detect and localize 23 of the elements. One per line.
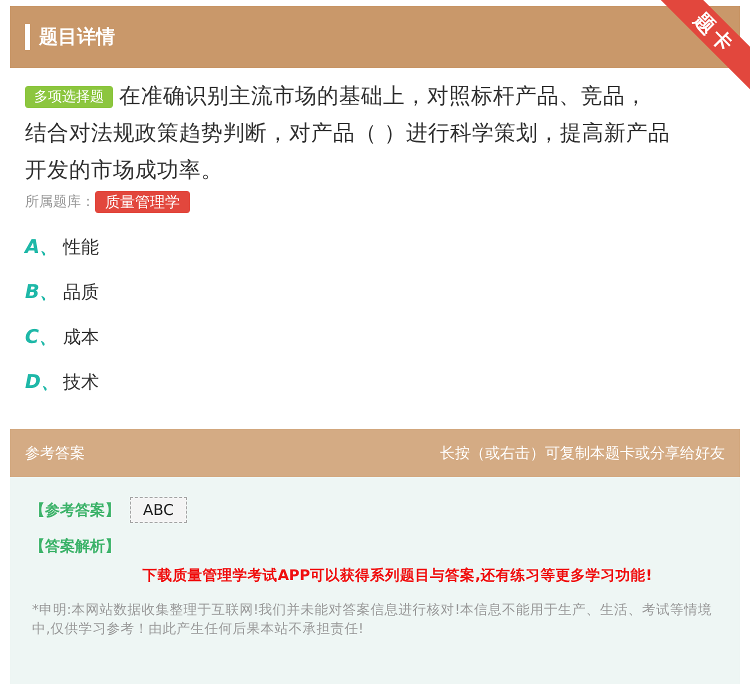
analysis-label: 【答案解析】 bbox=[30, 537, 120, 556]
answer-label: 【参考答案】 bbox=[30, 500, 120, 520]
answer-value: ABC bbox=[130, 497, 187, 523]
disclaimer-text: *申明:本网站数据收集整理于互联网!我们并未能对答案信息进行核对!本信息不能用于生产、生活、考试等情境中,仅供学习参考！由此产生任何后果本站不承担责任! bbox=[31, 601, 714, 639]
question-line: 开发的市场成功率。 bbox=[25, 157, 223, 185]
promo-text: 下载质量管理学考试APP可以获得系列题目与答案,还有练习等更多学习功能! bbox=[142, 566, 654, 585]
option-letter: C、 bbox=[25, 324, 59, 350]
option-letter: A、 bbox=[25, 234, 60, 260]
bank-label: 所属题库： bbox=[25, 193, 95, 211]
option-letter: D、 bbox=[25, 370, 61, 394]
bank-tag[interactable]: 质量管理学 bbox=[95, 191, 190, 213]
option-text: 品质 bbox=[63, 280, 99, 304]
accent-bar bbox=[25, 24, 30, 50]
option-letter: B、 bbox=[25, 280, 60, 304]
option-text: 性能 bbox=[63, 236, 99, 258]
question-type-tag: 多项选择题 bbox=[25, 86, 113, 108]
answer-bar-hint: 长按（或右击）可复制本题卡或分享给好友 bbox=[440, 444, 725, 462]
option-text: 技术 bbox=[63, 370, 99, 394]
question-line: 结合对法规政策趋势判断，对产品（ ）进行科学策划，提高新产品 bbox=[25, 120, 670, 148]
header-title: 题目详情 bbox=[39, 25, 115, 50]
question-line: 在准确识别主流市场的基础上，对照标杆产品、竞品， bbox=[119, 83, 647, 111]
option-text: 成本 bbox=[63, 326, 99, 348]
answer-bar-title: 参考答案 bbox=[25, 444, 85, 462]
